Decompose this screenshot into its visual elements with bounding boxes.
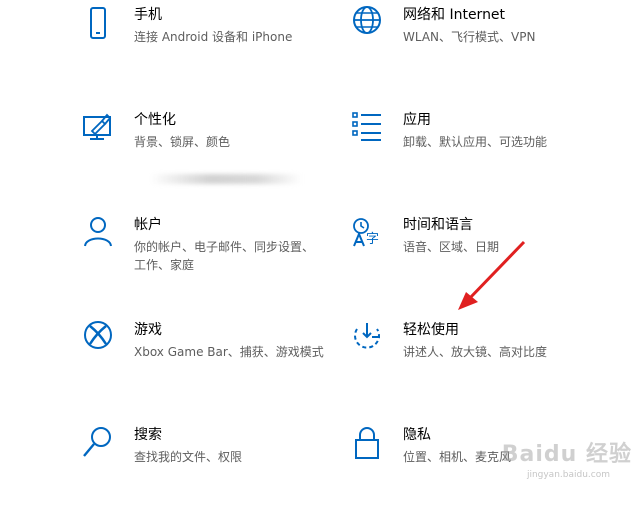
- tile-title: 游戏: [134, 322, 162, 338]
- red-arrow-annotation: [458, 240, 526, 310]
- ease-of-access-icon: [351, 321, 383, 357]
- tile-description: 讲述人、放大镜、高对比度: [403, 345, 548, 359]
- tile-ease-of-access[interactable]: 轻松使用 讲述人、放大镜、高对比度: [351, 321, 601, 411]
- phone-icon: [82, 6, 114, 42]
- tile-title: 手机: [134, 7, 162, 23]
- tile-description: 卸载、默认应用、可选功能: [403, 135, 548, 149]
- tile-title: 个性化: [134, 112, 176, 128]
- tile-network[interactable]: 网络和 Internet WLAN、飞行模式、VPN: [351, 6, 601, 96]
- tile-personalization[interactable]: 个性化 背景、锁屏、颜色: [82, 111, 332, 201]
- watermark-logo: Baidu 经验: [501, 442, 632, 467]
- tile-description: Xbox Game Bar、捕获、游戏模式: [134, 345, 324, 359]
- tile-description: 背景、锁屏、颜色: [134, 135, 231, 149]
- tile-accounts[interactable]: 帐户 你的帐户、电子邮件、同步设置、工作、家庭: [82, 216, 332, 306]
- personalization-icon: [82, 111, 114, 147]
- apps-list-icon: [351, 111, 383, 147]
- tile-search[interactable]: 搜索 查找我的文件、权限: [82, 426, 332, 516]
- tile-title: 搜索: [134, 427, 162, 443]
- time-language-icon: 字: [351, 216, 383, 252]
- tile-description: WLAN、飞行模式、VPN: [403, 30, 536, 44]
- lock-icon: [351, 426, 383, 462]
- tile-gaming[interactable]: 游戏 Xbox Game Bar、捕获、游戏模式: [82, 321, 332, 411]
- tile-title: 轻松使用: [403, 322, 459, 338]
- account-icon: [82, 216, 114, 252]
- tile-description: 连接 Android 设备和 iPhone: [134, 30, 293, 44]
- watermark-url: jingyan.baidu.com: [526, 470, 610, 480]
- tile-title: 网络和 Internet: [403, 7, 506, 23]
- tile-description: 你的帐户、电子邮件、同步设置、工作、家庭: [134, 240, 315, 272]
- search-icon: [82, 426, 114, 462]
- tile-description: 查找我的文件、权限: [134, 450, 243, 464]
- tile-phone[interactable]: 手机 连接 Android 设备和 iPhone: [82, 6, 332, 96]
- globe-icon: [351, 6, 383, 42]
- tile-apps[interactable]: 应用 卸载、默认应用、可选功能: [351, 111, 601, 201]
- xbox-icon: [82, 321, 114, 357]
- tile-title: 隐私: [403, 427, 431, 443]
- tile-title: 应用: [403, 112, 431, 128]
- tile-title: 帐户: [134, 217, 162, 233]
- section-divider: [150, 174, 302, 184]
- svg-text:字: 字: [366, 232, 379, 247]
